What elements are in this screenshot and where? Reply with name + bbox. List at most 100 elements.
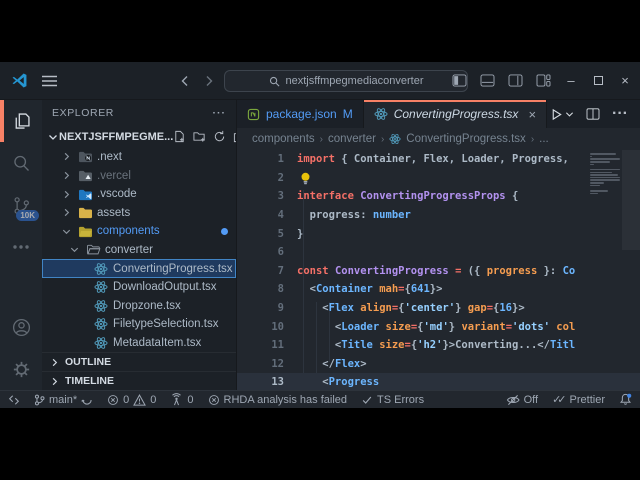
code-token: import	[297, 153, 335, 165]
code-editor[interactable]: 1import { Container, Flex, Loader, Progr…	[237, 150, 640, 390]
tree-item-convertingprogress-tsx[interactable]: ConvertingProgress.tsx	[42, 259, 236, 278]
git-branch-status[interactable]: main*	[34, 394, 93, 406]
tab-converting-progress[interactable]: ConvertingProgress.tsx ×	[364, 100, 547, 128]
code-line-5[interactable]: 5}	[237, 224, 640, 243]
check-icon	[361, 394, 373, 406]
code-line-9[interactable]: 9 <Flex align={'center'} gap={16}>	[237, 299, 640, 318]
tree-item-filetypeselection-tsx[interactable]: FiletypeSelection.tsx	[42, 315, 236, 334]
ts-errors-status[interactable]: TS Errors	[361, 394, 424, 406]
minimap-line	[590, 153, 616, 155]
tree-item-components[interactable]: components	[42, 222, 236, 241]
status-bar: main* 0 0 0 RHDA analysis has failed TS …	[0, 390, 640, 408]
tree-item-dropzone-tsx[interactable]: Dropzone.tsx	[42, 296, 236, 315]
chevron-right-icon	[60, 207, 73, 218]
run-file-button[interactable]	[550, 108, 574, 121]
remote-indicator[interactable]	[8, 394, 20, 406]
tree-item-converter[interactable]: converter	[42, 241, 236, 260]
outline-section[interactable]: OUTLINE	[42, 352, 236, 371]
bell-icon	[619, 393, 632, 406]
toggle-primary-sidebar-icon[interactable]	[452, 74, 467, 87]
breadcrumb-converter[interactable]: converter	[328, 133, 376, 145]
code-token: gap	[468, 302, 487, 314]
activitybar-settings-icon[interactable]	[0, 348, 42, 390]
activitybar-source-control-icon[interactable]: 10K	[0, 184, 42, 226]
notifications-bell[interactable]	[619, 393, 632, 406]
workspace-header[interactable]: NEXTJSFFMPEGME...	[42, 126, 236, 148]
radio-tower-icon	[170, 393, 183, 406]
menu-hamburger-icon[interactable]	[42, 75, 57, 87]
outline-label: OUTLINE	[65, 356, 111, 368]
code-line-4[interactable]: 4 progress: number	[237, 206, 640, 225]
tree-item--vercel[interactable]: .vercel	[42, 166, 236, 185]
activitybar-more-icon[interactable]	[0, 226, 42, 268]
new-file-icon[interactable]	[173, 130, 186, 143]
lightbulb-icon[interactable]	[300, 172, 311, 185]
window-minimize-button[interactable]: –	[564, 73, 578, 88]
chevron-down-icon	[68, 244, 81, 255]
ports-status[interactable]: 0	[170, 393, 193, 406]
npm-file-icon	[247, 108, 260, 121]
tab-close-icon[interactable]: ×	[528, 107, 536, 122]
timeline-label: TIMELINE	[65, 375, 114, 387]
explorer-menu-icon[interactable]: ···	[213, 107, 227, 119]
code-token: >	[360, 358, 366, 370]
formatter-status[interactable]: ✓✓ Prettier	[552, 393, 605, 406]
tree-item--next[interactable]: .next	[42, 148, 236, 167]
code-line-1[interactable]: 1import { Container, Flex, Loader, Progr…	[237, 150, 640, 169]
breadcrumb-components[interactable]: components	[252, 133, 315, 145]
screencast-status[interactable]: Off	[506, 394, 538, 406]
chevron-down-icon	[46, 131, 59, 143]
tab-package-json[interactable]: package.json M	[237, 100, 364, 128]
react-icon	[93, 280, 109, 294]
tree-item-metadataitem-tsx[interactable]: MetadataItem.tsx	[42, 334, 236, 353]
editor-scrollbar[interactable]	[622, 150, 640, 250]
customize-layout-icon[interactable]	[536, 74, 551, 87]
minimap[interactable]	[590, 152, 622, 195]
breadcrumb-file[interactable]: ConvertingProgress.tsx	[406, 133, 526, 145]
code-line-12[interactable]: 12 </Flex>	[237, 355, 640, 374]
code-token: Flex	[335, 358, 360, 370]
editor-more-actions-icon[interactable]: ···	[612, 105, 628, 123]
code-line-6[interactable]: 6	[237, 243, 640, 262]
code-token: Loader	[341, 321, 379, 333]
code-line-11[interactable]: 11 <Title size={'h2'}>Converting...</Tit…	[237, 336, 640, 355]
code-line-7[interactable]: 7const ConvertingProgress = ({ progress …	[237, 262, 640, 281]
code-token: progress	[487, 265, 538, 277]
activitybar-accounts-icon[interactable]	[0, 306, 42, 348]
timeline-section[interactable]: TIMELINE	[42, 371, 236, 390]
code-token: size	[379, 339, 404, 351]
activitybar-explorer-icon[interactable]	[0, 100, 42, 142]
breadcrumb-symbol[interactable]: ...	[539, 133, 549, 145]
tree-item-assets[interactable]: assets	[42, 203, 236, 222]
tree-item-downloadoutput-tsx[interactable]: DownloadOutput.tsx	[42, 278, 236, 297]
problems-status[interactable]: 0 0	[107, 394, 156, 406]
window-close-button[interactable]: ×	[618, 73, 632, 88]
toggle-panel-icon[interactable]	[480, 74, 495, 87]
tree-item--vscode[interactable]: .vscode	[42, 185, 236, 204]
rhda-status[interactable]: RHDA analysis has failed	[208, 394, 348, 406]
code-token: Flex	[329, 302, 354, 314]
code-token: </	[537, 339, 550, 351]
command-center-search[interactable]: nextjsffmpegmediaconverter	[224, 70, 468, 92]
new-folder-icon[interactable]	[193, 130, 206, 143]
error-circle-icon	[208, 394, 220, 406]
code-line-13[interactable]: 13 <Progress	[237, 373, 640, 390]
minimap-line	[590, 182, 604, 184]
minimap-line	[590, 164, 594, 166]
code-token: ConvertingProgressProps	[360, 190, 505, 202]
nav-back-icon[interactable]	[178, 74, 192, 88]
toggle-secondary-sidebar-icon[interactable]	[508, 74, 523, 87]
minimap-line	[590, 158, 620, 160]
code-line-8[interactable]: 8 <Container mah={641}>	[237, 280, 640, 299]
activitybar-search-icon[interactable]	[0, 142, 42, 184]
line-number: 1	[237, 153, 297, 165]
split-editor-icon[interactable]	[586, 108, 600, 120]
refresh-icon[interactable]	[213, 130, 226, 143]
code-line-3[interactable]: 3interface ConvertingProgressProps {	[237, 187, 640, 206]
code-token: 'md'	[423, 321, 448, 333]
code-line-10[interactable]: 10 <Loader size={'md'} variant='dots' co…	[237, 317, 640, 336]
window-maximize-button[interactable]	[591, 73, 605, 88]
code-token: }>	[430, 283, 443, 295]
code-line-2[interactable]: 2	[237, 169, 640, 188]
nav-forward-icon[interactable]	[202, 74, 216, 88]
